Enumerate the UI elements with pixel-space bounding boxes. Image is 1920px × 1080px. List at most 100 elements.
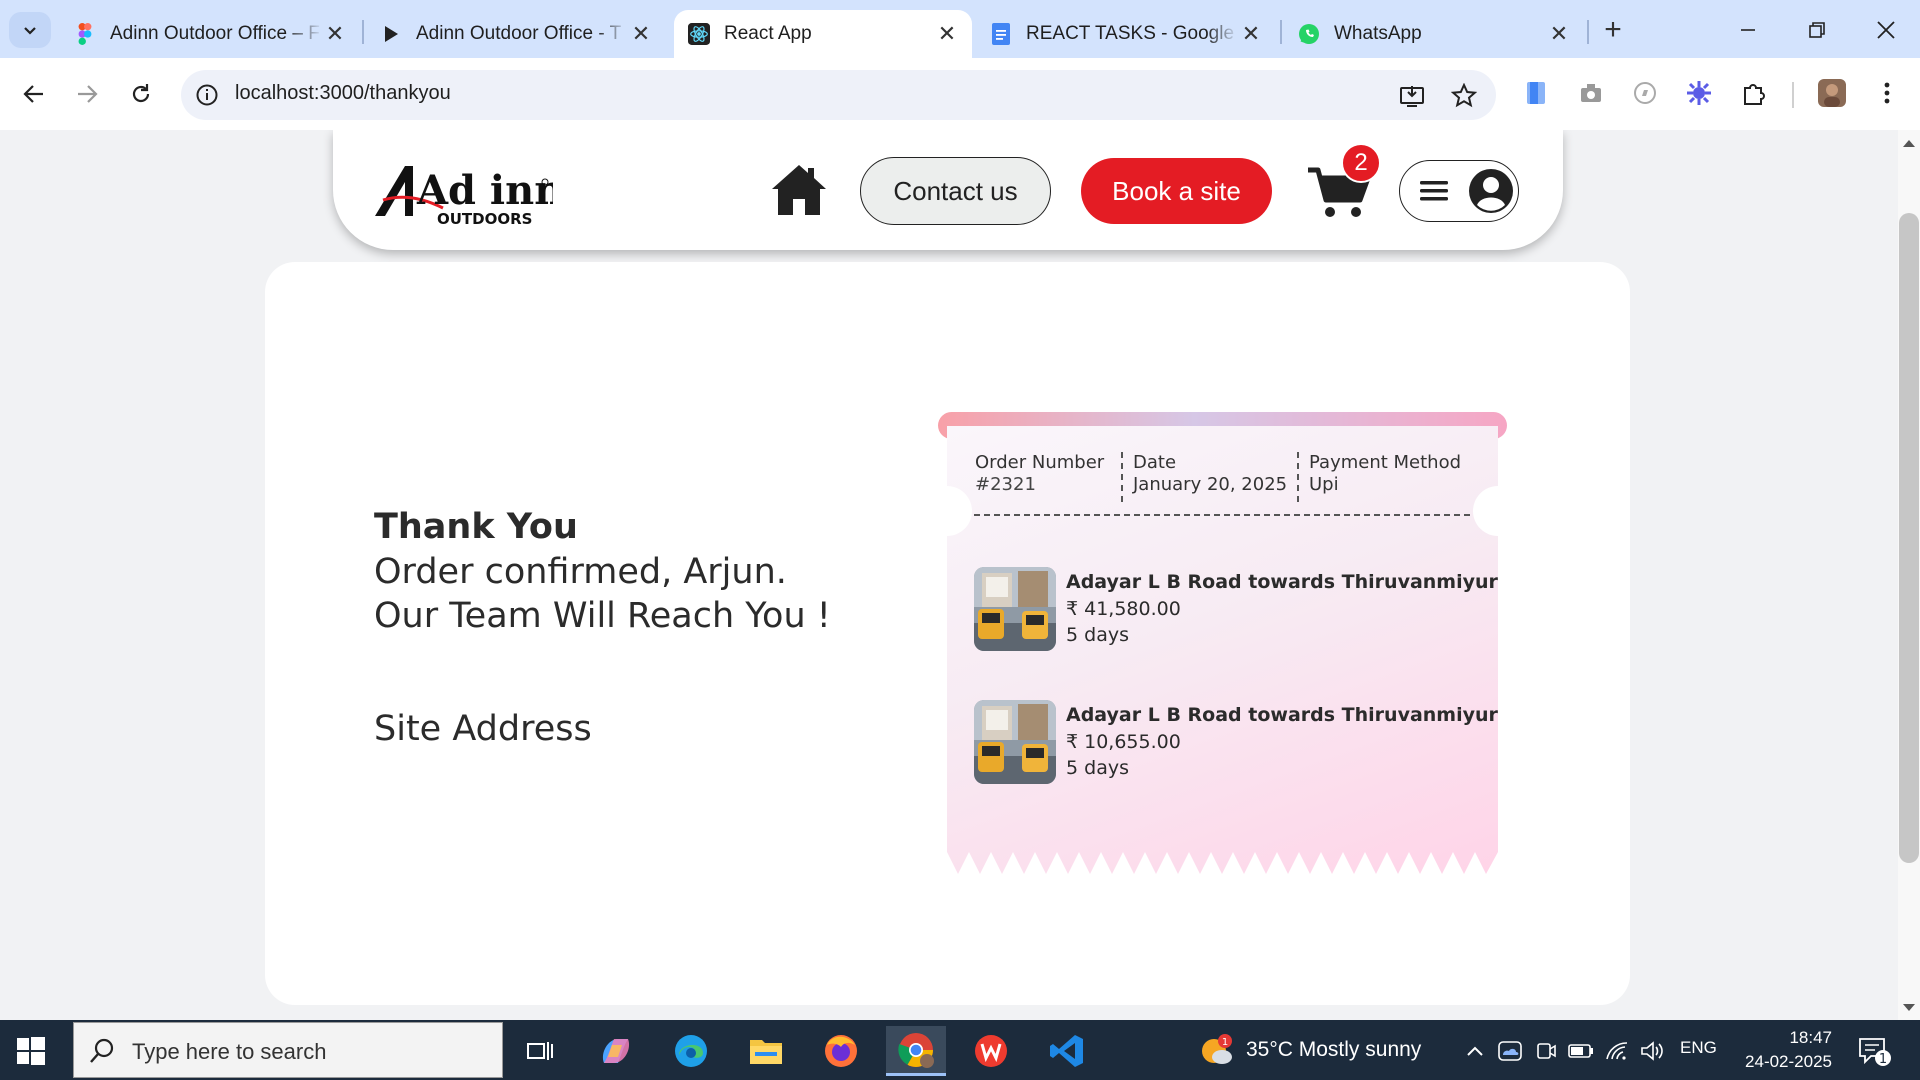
puzzle-gear-extension-icon[interactable] bbox=[1682, 76, 1716, 110]
back-button[interactable] bbox=[12, 72, 56, 116]
profile-avatar[interactable] bbox=[1815, 76, 1849, 110]
task-view-icon[interactable] bbox=[510, 1026, 570, 1076]
show-hidden-icons-chevron-icon[interactable] bbox=[1462, 1038, 1488, 1064]
tab-react-app[interactable]: React App ✕ bbox=[674, 10, 972, 58]
taskbar-search-box[interactable]: Type here to search bbox=[73, 1022, 503, 1078]
restore-icon bbox=[1809, 22, 1825, 38]
receipt-notch-left bbox=[947, 486, 972, 536]
restore-button[interactable] bbox=[1797, 12, 1837, 48]
payment-method-label: Payment Method bbox=[1309, 452, 1462, 473]
tab-adinn-figma[interactable]: Adinn Outdoor Office – F ✕ bbox=[60, 10, 360, 58]
adinn-logo[interactable]: Ad inn OUTDOORS bbox=[373, 162, 563, 228]
tab-separator bbox=[1587, 20, 1589, 44]
more-menu-icon[interactable] bbox=[1870, 76, 1904, 110]
meet-now-icon[interactable] bbox=[1533, 1038, 1559, 1064]
order-item: Adayar L B Road towards Thiruvanmiyur ₹ … bbox=[974, 567, 1498, 651]
order-date-block: Date January 20, 2025 bbox=[1133, 452, 1287, 496]
cart-count-badge: 2 bbox=[1341, 143, 1381, 183]
contact-us-button[interactable]: Contact us bbox=[860, 157, 1051, 225]
onedrive-icon[interactable] bbox=[1497, 1038, 1523, 1064]
tab-label: WhatsApp bbox=[1334, 23, 1422, 44]
copilot-icon[interactable] bbox=[586, 1026, 646, 1076]
url-text[interactable]: localhost:3000/thankyou bbox=[235, 82, 451, 105]
order-receipt: Order Number #2321 Date January 20, 2025… bbox=[947, 426, 1498, 874]
bookmark-star-icon[interactable] bbox=[1451, 83, 1477, 109]
logo-text-ad: Ad inn bbox=[416, 167, 553, 214]
info-icon[interactable] bbox=[195, 83, 219, 107]
figma-icon bbox=[74, 23, 96, 45]
tab-react-tasks[interactable]: REACT TASKS - Google D ✕ bbox=[976, 10, 1276, 58]
account-menu-button[interactable] bbox=[1399, 160, 1519, 222]
browser-tab-strip: Adinn Outdoor Office – F ✕ Adinn Outdoor… bbox=[0, 0, 1920, 58]
tab-whatsapp[interactable]: WhatsApp ✕ bbox=[1284, 10, 1584, 58]
tab-search-button[interactable] bbox=[9, 12, 51, 48]
address-bar[interactable]: localhost:3000/thankyou bbox=[181, 70, 1496, 120]
arrow-left-icon bbox=[23, 85, 43, 103]
site-price: ₹ 10,655.00 bbox=[1066, 731, 1181, 753]
clock-date: 24-02-2025 bbox=[1745, 1052, 1832, 1071]
team-reach-text: Our Team Will Reach You ! bbox=[374, 596, 831, 636]
site-duration: 5 days bbox=[1066, 757, 1129, 779]
camera-extension-icon[interactable] bbox=[1574, 76, 1608, 110]
minimize-icon bbox=[1741, 29, 1755, 31]
close-tab-icon[interactable]: ✕ bbox=[934, 21, 960, 47]
volume-icon[interactable] bbox=[1639, 1038, 1665, 1064]
system-clock[interactable]: 18:47 24-02-2025 bbox=[1728, 1026, 1832, 1074]
order-number-block: Order Number #2321 bbox=[975, 452, 1104, 496]
user-avatar-icon bbox=[1469, 169, 1513, 213]
meta-divider bbox=[1297, 452, 1299, 502]
reading-mode-icon[interactable] bbox=[1519, 76, 1553, 110]
forward-button[interactable] bbox=[65, 72, 109, 116]
site-thumbnail bbox=[974, 700, 1056, 784]
receipt-dashed-divider bbox=[974, 514, 1470, 516]
site-name: Adayar L B Road towards Thiruvanmiyur bbox=[1066, 571, 1498, 593]
date-label: Date bbox=[1133, 452, 1177, 473]
scrollbar-thumb[interactable] bbox=[1899, 213, 1919, 863]
new-tab-button[interactable]: + bbox=[1596, 15, 1630, 46]
firefox-icon[interactable] bbox=[811, 1026, 871, 1076]
wifi-icon[interactable] bbox=[1604, 1038, 1630, 1064]
tab-label: REACT TASKS - Google D bbox=[1026, 23, 1238, 44]
react-icon bbox=[688, 23, 710, 45]
order-item: Adayar L B Road towards Thiruvanmiyur ₹ … bbox=[974, 700, 1498, 784]
chrome-icon[interactable] bbox=[886, 1026, 946, 1076]
site-price: ₹ 41,580.00 bbox=[1066, 598, 1181, 620]
play-icon bbox=[380, 23, 402, 45]
tab-label: React App bbox=[724, 23, 812, 44]
edge-browser-icon[interactable] bbox=[661, 1026, 721, 1076]
compass-extension-icon[interactable] bbox=[1628, 76, 1662, 110]
scroll-up-arrow-icon[interactable] bbox=[1903, 140, 1915, 147]
home-icon[interactable] bbox=[770, 163, 828, 217]
chevron-down-icon bbox=[24, 27, 36, 35]
file-explorer-icon[interactable] bbox=[736, 1026, 796, 1076]
tab-label: Adinn Outdoor Office – F bbox=[110, 23, 320, 44]
install-app-icon[interactable] bbox=[1399, 83, 1425, 109]
site-duration: 5 days bbox=[1066, 624, 1129, 646]
vscode-icon[interactable] bbox=[1037, 1026, 1097, 1076]
extensions-icon[interactable] bbox=[1737, 76, 1771, 110]
close-tab-icon[interactable]: ✕ bbox=[1238, 21, 1264, 47]
payment-method-value: Upi bbox=[1309, 474, 1339, 495]
search-icon bbox=[90, 1038, 114, 1063]
date-value: January 20, 2025 bbox=[1133, 474, 1288, 495]
wps-office-icon[interactable] bbox=[961, 1026, 1021, 1076]
tab-adinn-t[interactable]: Adinn Outdoor Office - T ✕ bbox=[366, 10, 666, 58]
language-indicator[interactable]: ENG bbox=[1680, 1038, 1717, 1058]
close-tab-icon[interactable]: ✕ bbox=[322, 21, 348, 47]
receipt-zigzag-edge bbox=[947, 852, 1498, 874]
minimize-button[interactable] bbox=[1728, 12, 1768, 48]
close-tab-icon[interactable]: ✕ bbox=[1546, 21, 1572, 47]
scroll-down-arrow-icon[interactable] bbox=[1903, 1004, 1915, 1011]
close-tab-icon[interactable]: ✕ bbox=[628, 21, 654, 47]
windows-taskbar: Type here to search 1 35°C Mostly sunny bbox=[0, 1020, 1920, 1080]
weather-widget[interactable]: 1 35°C Mostly sunny bbox=[1200, 1030, 1421, 1070]
windows-start-icon[interactable] bbox=[16, 1036, 46, 1066]
book-a-site-button[interactable]: Book a site bbox=[1081, 158, 1272, 224]
reload-button[interactable] bbox=[119, 72, 163, 116]
weather-badge: 1 bbox=[1222, 1037, 1228, 1048]
close-window-button[interactable] bbox=[1866, 12, 1906, 48]
battery-icon[interactable] bbox=[1568, 1038, 1594, 1064]
order-confirmed-text: Order confirmed, Arjun. bbox=[374, 552, 787, 592]
notification-center-icon[interactable]: 1 bbox=[1857, 1034, 1891, 1068]
sunny-weather-icon: 1 bbox=[1202, 1034, 1232, 1064]
